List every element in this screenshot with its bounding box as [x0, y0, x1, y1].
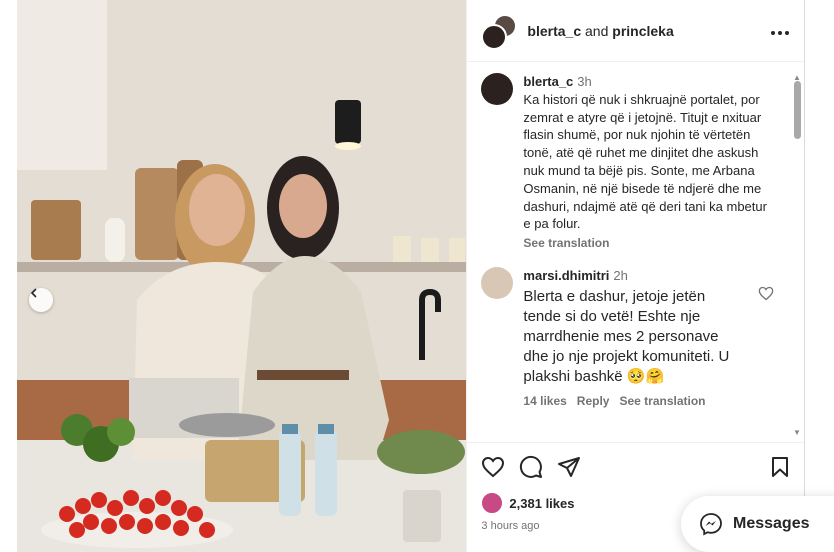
comment-text: Blerta e dashur, jetoje jetën tende si d… [523, 287, 730, 385]
avatar-blerta [481, 23, 508, 50]
post-modal: blerta_c and princleka blerta_c 3h Ka his… [17, 0, 805, 552]
comments-scrollbar[interactable]: ▲ ▼ [792, 73, 802, 437]
caption-time: 3h [577, 74, 592, 89]
caption-see-translation[interactable]: See translation [523, 235, 775, 253]
collab-avatars[interactable] [481, 13, 518, 50]
post-authors: blerta_c and princleka [527, 23, 673, 39]
chevron-left-icon [30, 288, 37, 298]
save-button[interactable] [770, 456, 790, 483]
previous-slide-button[interactable] [29, 288, 53, 312]
scroll-thumb[interactable] [794, 81, 801, 139]
author-link-2[interactable]: princleka [612, 23, 673, 39]
post-header: blerta_c and princleka [467, 0, 804, 62]
comment-reply-button[interactable]: Reply [577, 393, 610, 411]
caption-avatar[interactable] [481, 73, 514, 105]
share-button[interactable] [557, 456, 581, 483]
comment-avatar[interactable] [481, 266, 514, 299]
action-icons-row [467, 443, 804, 484]
authors-and: and [585, 22, 609, 39]
messages-button[interactable]: Messages [681, 496, 834, 552]
photo-illustration [17, 0, 467, 552]
messages-label: Messages [733, 515, 810, 532]
post-side-panel: blerta_c and princleka blerta_c 3h Ka his… [466, 0, 805, 552]
comment-item: marsi.dhimitri 2h Blerta e dashur, jetoje… [467, 253, 789, 411]
caption-username[interactable]: blerta_c [523, 74, 573, 89]
more-horizontal-icon [771, 31, 789, 35]
caption: blerta_c 3h Ka histori që nuk i shkruajnë… [467, 63, 789, 253]
more-options-button[interactable] [770, 20, 790, 41]
bookmark-icon [772, 457, 789, 477]
author-link-1[interactable]: blerta_c [527, 23, 581, 39]
comment-time: 2h [613, 267, 628, 283]
caption-text: Ka histori që nuk i shkruajnë portalet, … [523, 91, 767, 232]
comments-list: blerta_c 3h Ka histori që nuk i shkruajnë… [467, 63, 789, 441]
liker-avatar[interactable] [481, 492, 504, 514]
comment-button[interactable] [519, 455, 543, 484]
comment-body: marsi.dhimitri 2h Blerta e dashur, jetoje… [523, 267, 775, 411]
caption-body: blerta_c 3h Ka histori që nuk i shkruajnë… [523, 73, 775, 253]
comment-username[interactable]: marsi.dhimitri [523, 268, 609, 283]
likes-count[interactable]: 2,381 likes [509, 496, 574, 511]
post-photo [17, 0, 467, 552]
paper-plane-icon [558, 457, 581, 477]
heart-outline-icon [758, 286, 774, 301]
backdrop [0, 0, 17, 552]
comment-likes[interactable]: 14 likes [523, 393, 566, 411]
comment-like-button[interactable] [758, 286, 774, 306]
comment-bubble-icon [520, 455, 543, 478]
scroll-down-arrow[interactable]: ▼ [793, 428, 801, 437]
heart-icon [482, 456, 505, 478]
like-button[interactable] [481, 456, 505, 483]
messenger-icon [700, 513, 722, 536]
comment-see-translation[interactable]: See translation [619, 393, 705, 411]
comment-meta: 14 likes Reply See translation [523, 393, 775, 411]
